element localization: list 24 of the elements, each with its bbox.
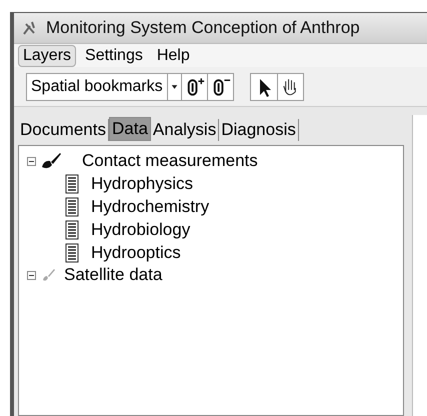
tab[interactable]: Analysis bbox=[150, 119, 220, 141]
tree-item[interactable]: Hydrochemistry bbox=[27, 195, 403, 218]
menu-item[interactable]: Settings bbox=[80, 44, 148, 66]
tree-item[interactable]: Satellite data bbox=[27, 264, 403, 286]
tab[interactable]: Diagnosis bbox=[219, 119, 299, 141]
menu-item[interactable]: Layers bbox=[18, 44, 76, 66]
collapse-toggle[interactable] bbox=[27, 156, 36, 166]
tab[interactable]: Data bbox=[108, 117, 151, 141]
app-logo-icon bbox=[22, 20, 38, 36]
document-icon bbox=[65, 174, 79, 194]
remove-attachment-icon[interactable] bbox=[206, 74, 233, 100]
menu-item[interactable]: Help bbox=[152, 44, 195, 66]
tree-item[interactable]: Hydrophysics bbox=[27, 172, 403, 195]
document-icon bbox=[65, 242, 79, 262]
document-icon bbox=[65, 196, 79, 216]
window-title: Monitoring System Conception of Anthrop bbox=[46, 17, 360, 40]
document-icon bbox=[65, 220, 79, 240]
tree-item[interactable]: Contact measurements bbox=[27, 150, 403, 172]
tree-item[interactable]: Hydrobiology bbox=[27, 218, 403, 241]
collapse-toggle[interactable] bbox=[27, 270, 36, 280]
brush-icon bbox=[40, 267, 56, 283]
brush-icon bbox=[40, 151, 62, 171]
add-attachment-icon[interactable] bbox=[180, 74, 207, 100]
tree-item[interactable]: Hydrooptics bbox=[27, 241, 403, 264]
